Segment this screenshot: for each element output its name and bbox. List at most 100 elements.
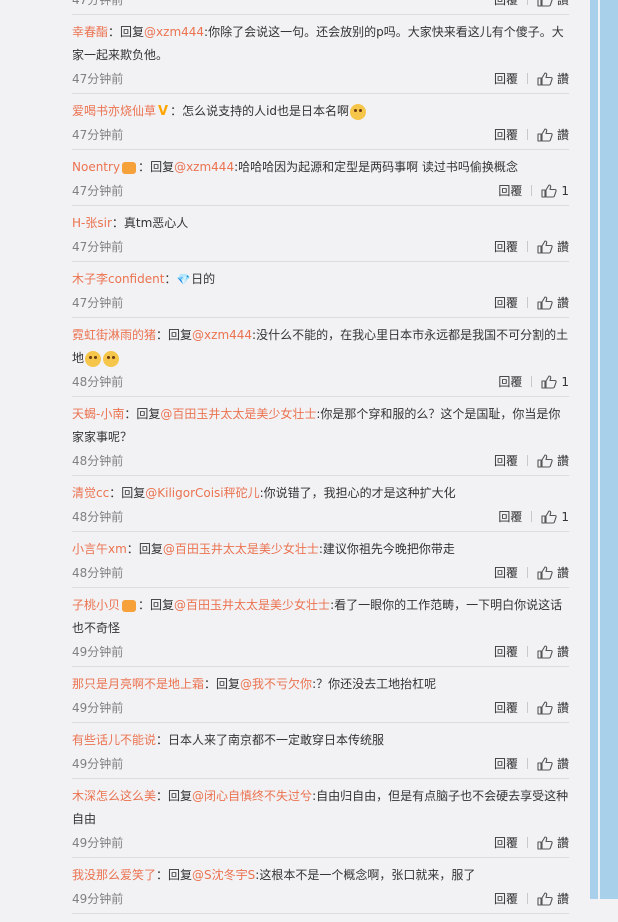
- like-icon[interactable]: [537, 700, 553, 715]
- mention-link[interactable]: @百田玉井太太是美少女壮士: [160, 407, 316, 421]
- reply-button[interactable]: 回覆: [494, 452, 518, 469]
- like-icon[interactable]: [537, 565, 553, 580]
- comment-actions: 回覆 讚: [494, 294, 569, 311]
- like-count[interactable]: 1: [561, 184, 569, 198]
- like-count[interactable]: 讚: [557, 70, 569, 87]
- comment-meta: 47分钟前 回覆 讚: [72, 235, 569, 257]
- like-icon[interactable]: [537, 295, 553, 310]
- user-name-link[interactable]: 天蝎-小南: [72, 407, 124, 421]
- user-name-link[interactable]: 我没那么爱笑了: [72, 868, 156, 882]
- comment-body: 日的: [191, 272, 216, 286]
- divider: [526, 758, 528, 769]
- comment-text: 爱喝书亦烧仙草 V ：怎么说支持的人id也是日本名啊: [72, 100, 569, 123]
- comment-meta: 48分钟前 回覆 1: [72, 370, 569, 392]
- comment-actions: 回覆 1: [498, 373, 569, 390]
- like-count[interactable]: 讚: [557, 452, 569, 469]
- comment-item: 那只是月亮啊不是地上霜：回复@我不亏欠你:？你还没去工地抬杠呢 49分钟前 回覆 讚: [72, 667, 569, 723]
- comment-time: 47分钟前: [72, 0, 124, 7]
- comment-time: 47分钟前: [72, 184, 124, 198]
- reply-button[interactable]: 回覆: [494, 70, 518, 87]
- like-icon[interactable]: [541, 183, 558, 198]
- reply-button[interactable]: 回覆: [494, 0, 518, 8]
- mention-link[interactable]: @S沈冬宇S: [192, 868, 255, 882]
- like-count[interactable]: 1: [561, 375, 569, 389]
- reply-button[interactable]: 回覆: [494, 564, 518, 581]
- user-name-link[interactable]: Noentry: [72, 160, 120, 174]
- reply-button[interactable]: 回覆: [494, 294, 518, 311]
- user-name-link[interactable]: 清觉cc: [72, 486, 109, 500]
- reply-prefix: 回复: [136, 407, 161, 421]
- like-count[interactable]: 讚: [557, 755, 569, 772]
- like-icon[interactable]: [537, 453, 553, 468]
- comment-item: 47分钟前 回覆 讚: [72, 0, 569, 15]
- reply-prefix: 回复: [168, 868, 193, 882]
- user-name-link[interactable]: 木子李confident: [72, 272, 164, 286]
- reply-button[interactable]: 回覆: [494, 755, 518, 772]
- like-icon[interactable]: [537, 127, 553, 142]
- mention-link[interactable]: @KiligorCoisi秤砣儿: [145, 486, 259, 500]
- user-name-link[interactable]: 那只是月亮啊不是地上霜: [72, 677, 204, 691]
- comment-text: H-张sir：真tm恶心人: [72, 216, 189, 230]
- like-icon[interactable]: [537, 644, 553, 659]
- comment-body: 真tm恶心人: [123, 216, 189, 230]
- reply-button[interactable]: 回覆: [498, 373, 522, 390]
- user-name-link[interactable]: 幸春酯: [72, 25, 108, 39]
- user-name-link[interactable]: 木深怎么这么美: [72, 789, 156, 803]
- divider: [526, 129, 528, 140]
- reply-button[interactable]: 回覆: [494, 699, 518, 716]
- divider: [531, 376, 533, 387]
- comment-actions: 回覆 讚: [494, 834, 569, 851]
- like-icon[interactable]: [537, 756, 553, 771]
- like-count[interactable]: 1: [561, 510, 569, 524]
- like-count[interactable]: 讚: [557, 126, 569, 143]
- mention-link[interactable]: @百田玉井太太是美少女壮士: [163, 542, 319, 556]
- reply-button[interactable]: 回覆: [494, 238, 518, 255]
- divider: [526, 241, 528, 252]
- comment-item: 子桃小贝 ：回复@百田玉井太太是美少女壮士:看了一眼你的工作范畴，一下明白你说这话…: [72, 588, 569, 667]
- user-name-link[interactable]: 爱喝书亦烧仙草: [72, 104, 156, 118]
- user-name-link[interactable]: H-张sir: [72, 216, 112, 230]
- reply-button[interactable]: 回覆: [494, 834, 518, 851]
- comment-time: 48分钟前: [72, 510, 124, 524]
- like-icon[interactable]: [537, 71, 553, 86]
- like-count[interactable]: 讚: [557, 699, 569, 716]
- scrollbar[interactable]: [590, 0, 618, 899]
- user-name-link[interactable]: 子桃小贝: [72, 598, 120, 612]
- reply-button[interactable]: 回覆: [494, 126, 518, 143]
- comment-time: 48分钟前: [72, 454, 124, 468]
- comment-actions: 回覆 讚: [494, 70, 569, 87]
- comment-meta: 47分钟前 回覆 讚: [72, 291, 569, 313]
- comment-text: Noentry ：回复@xzm444:哈哈哈因为起源和定型是两码事啊 读过书吗偷换…: [72, 160, 518, 174]
- reply-prefix: 回复: [216, 677, 241, 691]
- like-count[interactable]: 讚: [557, 564, 569, 581]
- user-name-link[interactable]: 有些话儿不能说: [72, 733, 156, 747]
- mention-link[interactable]: @xzm444: [144, 25, 204, 39]
- like-count[interactable]: 讚: [557, 294, 569, 311]
- divider: [526, 455, 528, 466]
- mention-link[interactable]: @我不亏欠你: [240, 677, 312, 691]
- like-icon[interactable]: [541, 509, 558, 524]
- comment-item: 我没那么爱笑了：回复@S沈冬宇S:这根本不是一个概念啊，张口就来，服了 49分钟前…: [72, 858, 569, 914]
- like-icon[interactable]: [537, 835, 553, 850]
- reply-button[interactable]: 回覆: [498, 182, 522, 199]
- mention-link[interactable]: @xzm444: [174, 160, 234, 174]
- like-count[interactable]: 讚: [557, 0, 569, 8]
- like-count[interactable]: 讚: [557, 643, 569, 660]
- mention-link[interactable]: @闭心自慎终不失过兮: [192, 789, 312, 803]
- mention-link[interactable]: @百田玉井太太是美少女壮士: [174, 598, 330, 612]
- like-count[interactable]: 讚: [557, 834, 569, 851]
- user-name-link[interactable]: 霓虹街淋雨的猪: [72, 328, 156, 342]
- reply-prefix: 回复: [150, 160, 175, 174]
- mention-link[interactable]: @xzm444: [192, 328, 252, 342]
- comment-body: :哈哈哈因为起源和定型是两码事啊 读过书吗偷换概念: [234, 160, 518, 174]
- reply-button[interactable]: 回覆: [498, 508, 522, 525]
- comment-item: H-张sir：真tm恶心人 47分钟前 回覆 讚: [72, 206, 569, 262]
- user-name-link[interactable]: 小言午xm: [72, 542, 127, 556]
- like-count[interactable]: 讚: [557, 238, 569, 255]
- like-icon[interactable]: [537, 239, 553, 254]
- like-icon[interactable]: [541, 374, 558, 389]
- comment-time: 49分钟前: [72, 757, 124, 771]
- reply-button[interactable]: 回覆: [494, 643, 518, 660]
- like-icon[interactable]: [537, 0, 553, 7]
- comment-actions: 回覆 讚: [494, 238, 569, 255]
